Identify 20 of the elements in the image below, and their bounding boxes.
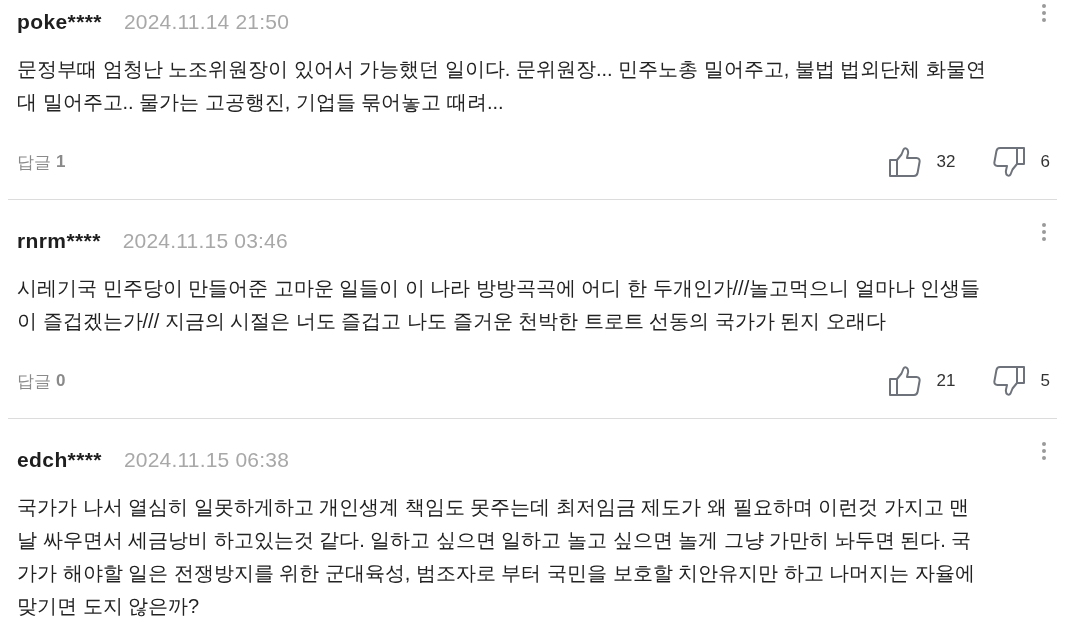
comment-date: 2024.11.14 21:50 xyxy=(123,10,290,34)
thumbs-up-icon xyxy=(888,147,921,177)
comment-text: 문정부때 엄청난 노조위원장이 있어서 가능했던 일이다. 문위원장... 민주노총 밀어주고, 불법 법외단체 화물연대 밀어주고.. 물가는 고공행진, 기업들 묶어놓고 때려... xyxy=(17,57,987,115)
more-options-icon[interactable] xyxy=(1042,223,1046,241)
like-button[interactable]: 21 xyxy=(888,366,956,396)
comment-text: 국가가 나서 열심히 일못하게하고 개인생계 책임도 못주는데 최저임금 제도가 왜 필요하며 이런것 가지고 맨날 싸우면서 세금낭비 하고있는것 같다. 일하고 싶으면 일하고 놀고 싶으면 놀게 그냥 가만히 놔두면 된다. 국가가 해야할 일은 전쟁방지를 위한 군대육성, 범조자로 부터 국민을 보호할 치안유지만 하고 나머지는 자율에 맞기면 도지 않은까? xyxy=(17,495,976,619)
thumbs-down-icon xyxy=(992,147,1025,177)
more-options-icon[interactable] xyxy=(1042,4,1046,22)
dislike-button[interactable]: 5 xyxy=(992,366,1050,396)
comment-date: 2024.11.15 06:38 xyxy=(123,448,290,472)
comment-date: 2024.11.15 03:46 xyxy=(122,229,288,253)
like-button[interactable]: 32 xyxy=(888,147,956,177)
username: poke**** xyxy=(17,10,102,34)
thumbs-down-icon xyxy=(992,366,1025,396)
dislike-button[interactable]: 6 xyxy=(992,147,1050,177)
username: rnrm**** xyxy=(17,229,101,253)
username: edch**** xyxy=(17,448,102,472)
thumbs-up-icon xyxy=(888,366,921,396)
comment-text: 시레기국 민주당이 만들어준 고마운 일들이 이 나라 방방곡곡에 어디 한 두개인가///놀고먹으니 얼마나 인생들이 즐겁겠는가/// 지금의 시절은 너도 즐겁고 나도 즐거운 천박한 트로트 선동의 국가가 된지 오래다 xyxy=(17,276,982,334)
more-options-icon[interactable] xyxy=(1042,442,1046,460)
